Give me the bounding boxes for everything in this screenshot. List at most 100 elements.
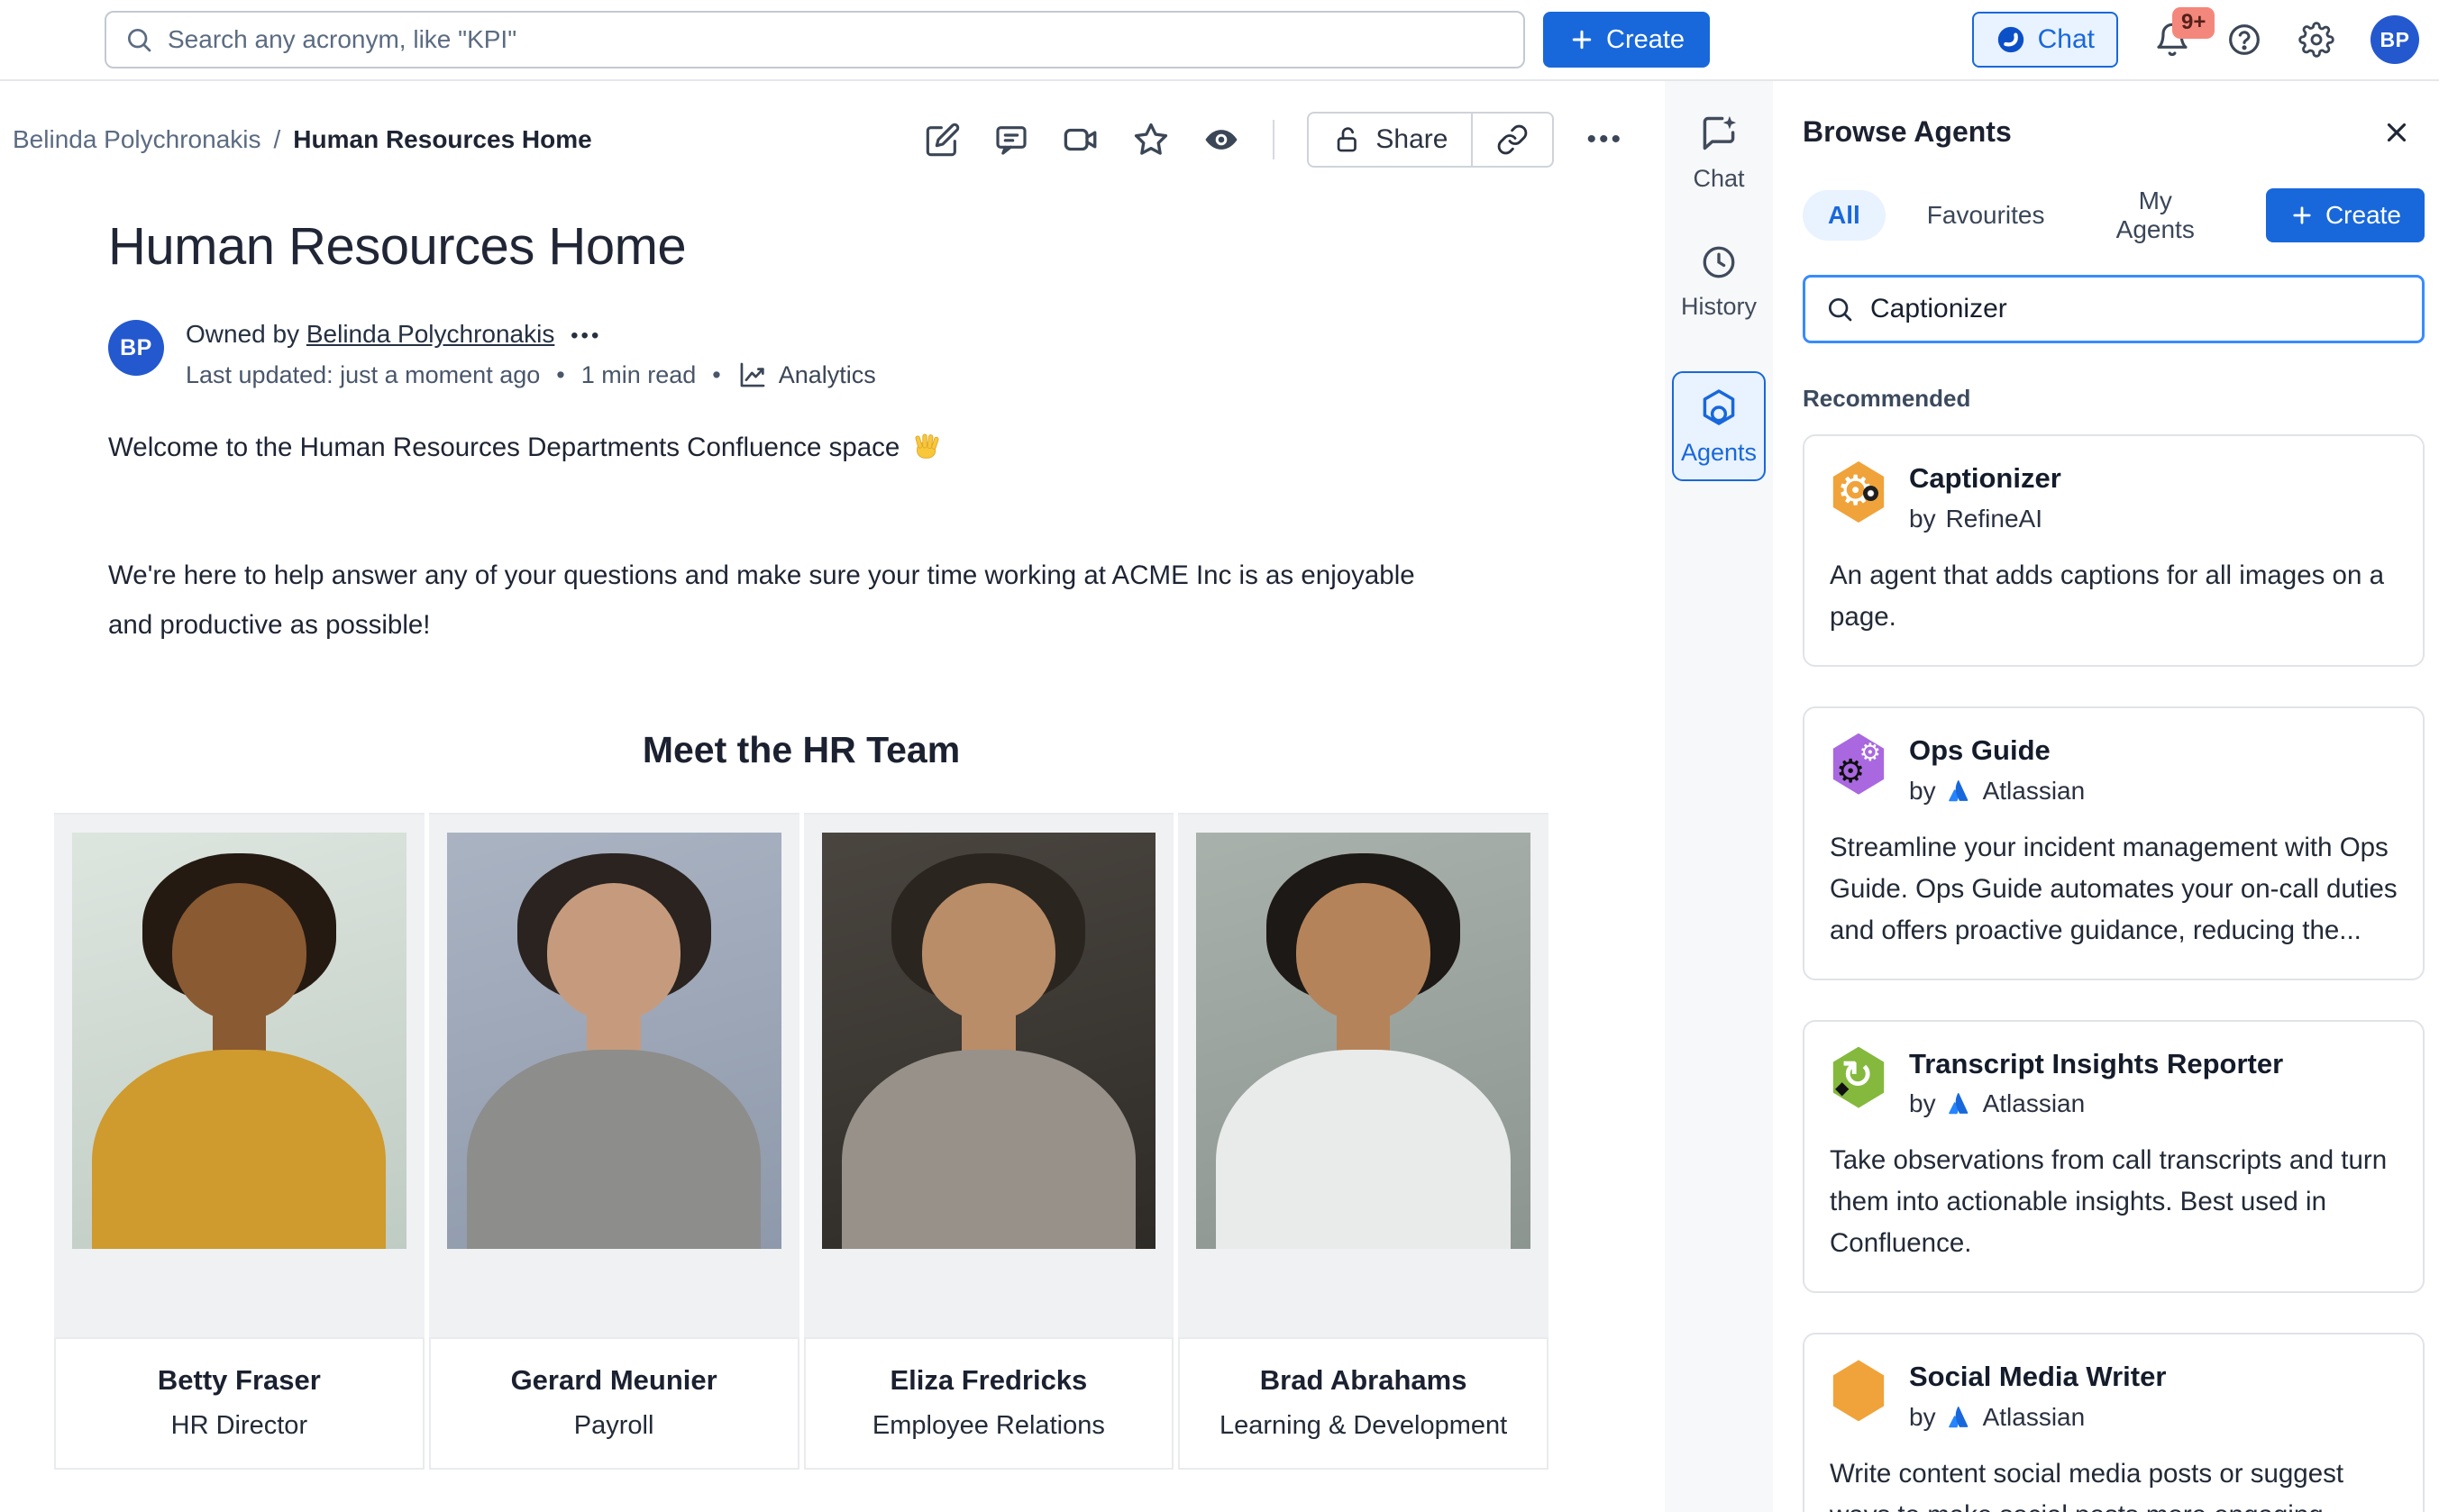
body-paragraph: We're here to help answer any of your qu… (108, 551, 1433, 650)
team-member-card: Gerard Meunier Payroll (429, 1337, 799, 1470)
search-icon (1825, 295, 1854, 323)
copy-link-button[interactable] (1473, 112, 1554, 168)
history-clock-icon (1700, 243, 1738, 281)
plus-icon (1568, 26, 1595, 53)
video-button[interactable] (1062, 121, 1100, 159)
search-icon (124, 25, 153, 54)
video-camera-icon (1062, 121, 1100, 159)
agent-description: Write content social media posts or sugg… (1830, 1453, 2398, 1512)
captionizer-agent-icon: ⚙ (1830, 461, 1887, 523)
owner-avatar[interactable]: BP (108, 320, 164, 376)
rail-item-chat[interactable]: Chat (1693, 114, 1744, 193)
edit-button[interactable] (925, 122, 961, 158)
page-content: Belinda Polychronakis / Human Resources … (0, 81, 1665, 1512)
agent-vendor: Atlassian (1983, 1403, 2086, 1432)
intro-paragraph: Welcome to the Human Resources Departmen… (108, 432, 1665, 464)
rovo-chat-icon (1996, 24, 2026, 55)
user-avatar[interactable]: BP (2370, 15, 2419, 64)
agent-vendor: Atlassian (1983, 1089, 2086, 1118)
member-name: Gerard Meunier (431, 1364, 798, 1397)
agent-name: Ops Guide (1909, 733, 2085, 769)
page-title: Human Resources Home (108, 216, 1665, 277)
agent-name: Social Media Writer (1909, 1360, 2166, 1395)
comments-button[interactable] (993, 122, 1029, 158)
tab-all[interactable]: All (1803, 190, 1886, 241)
top-bar: Search any acronym, like "KPI" Create Ch… (0, 0, 2439, 81)
atlassian-logo-icon (1946, 778, 1973, 805)
share-button[interactable]: Share (1307, 112, 1473, 168)
topbar-right-cluster: Chat 9+ BP (1972, 12, 2419, 68)
notifications-count-badge: 9+ (2172, 7, 2215, 39)
more-actions-button[interactable]: ••• (1586, 124, 1623, 155)
owner-link[interactable]: Belinda Polychronakis (306, 320, 555, 348)
member-name: Brad Abrahams (1180, 1364, 1547, 1397)
member-role: Employee Relations (806, 1411, 1173, 1441)
agent-card-ops-guide[interactable]: ⚙⚙ Ops Guide by Atlassian Streamline you… (1803, 706, 2425, 980)
panel-title: Browse Agents (1803, 115, 2012, 149)
atlassian-logo-icon (1946, 1404, 1973, 1431)
breadcrumb: Belinda Polychronakis / Human Resources … (13, 125, 592, 154)
agent-card-transcript-insights-reporter[interactable]: ↻◆ Transcript Insights Reporter by Atlas… (1803, 1020, 2425, 1294)
agent-card-captionizer[interactable]: ⚙ Captionizer by RefineAI An agent that … (1803, 434, 2425, 667)
browse-agents-panel: Browse Agents All Favourites My Agents C… (1773, 81, 2439, 1512)
team-column: Betty Fraser HR Director (54, 813, 425, 1470)
team-heading: Meet the HR Team (54, 729, 1548, 771)
team-member-card: Eliza Fredricks Employee Relations (804, 1337, 1174, 1470)
create-button[interactable]: Create (1543, 12, 1710, 68)
team-member-card: Betty Fraser HR Director (54, 1337, 425, 1470)
help-button[interactable] (2226, 22, 2262, 58)
agent-description: An agent that adds captions for all imag… (1830, 555, 2398, 638)
tab-my-agents[interactable]: My Agents (2097, 187, 2214, 244)
analytics-chart-icon (737, 360, 768, 390)
member-role: HR Director (56, 1411, 423, 1441)
watch-button[interactable] (1202, 121, 1240, 159)
search-placeholder: Search any acronym, like "KPI" (168, 25, 516, 54)
member-role: Learning & Development (1180, 1411, 1547, 1441)
team-table: Betty Fraser HR Director Gerard Meunier … (54, 813, 1548, 1470)
agent-name: Captionizer (1909, 461, 2061, 496)
team-column: Gerard Meunier Payroll (429, 813, 799, 1470)
agent-search-value: Captionizer (1870, 294, 2007, 324)
favourite-button[interactable] (1132, 121, 1170, 159)
atlassian-logo-icon (1946, 1090, 1973, 1117)
breadcrumb-space-link[interactable]: Belinda Polychronakis (13, 125, 261, 154)
breadcrumb-current-page: Human Resources Home (293, 125, 591, 154)
divider (1273, 120, 1274, 159)
team-photo-gerard-meunier (447, 833, 781, 1249)
rail-item-history[interactable]: History (1681, 243, 1757, 321)
team-column: Eliza Fredricks Employee Relations (804, 813, 1174, 1470)
edit-icon (925, 122, 961, 158)
global-search-input[interactable]: Search any acronym, like "KPI" (105, 11, 1525, 68)
owner-more-dots[interactable]: ••• (571, 323, 601, 348)
close-panel-button[interactable] (2381, 117, 2412, 148)
team-photo-betty-fraser (72, 833, 406, 1249)
unlock-icon (1332, 124, 1363, 155)
rail-item-agents[interactable]: Agents (1672, 371, 1766, 481)
recommended-label: Recommended (1803, 385, 2425, 413)
agent-description: Take observations from call transcripts … (1830, 1140, 2398, 1264)
agent-search-input[interactable]: Captionizer (1803, 275, 2425, 343)
agent-vendor: Atlassian (1983, 777, 2086, 806)
wave-emoji (910, 432, 943, 464)
agent-card-social-media-writer[interactable]: Social Media Writer by Atlassian Write c… (1803, 1333, 2425, 1512)
analytics-link[interactable]: Analytics (737, 360, 876, 390)
chat-sparkle-icon (1699, 114, 1739, 153)
notifications-button[interactable]: 9+ (2154, 22, 2190, 58)
member-name: Eliza Fredricks (806, 1364, 1173, 1397)
social-media-writer-agent-icon (1830, 1360, 1887, 1421)
agent-name: Transcript Insights Reporter (1909, 1047, 2283, 1082)
agent-description: Streamline your incident management with… (1830, 827, 2398, 952)
settings-button[interactable] (2298, 22, 2334, 58)
transcript-insights-agent-icon: ↻◆ (1830, 1047, 1887, 1108)
member-name: Betty Fraser (56, 1364, 423, 1397)
read-time: 1 min read (581, 361, 697, 389)
agents-hexagon-icon (1699, 387, 1739, 427)
comment-icon (993, 122, 1029, 158)
create-agent-button[interactable]: Create (2266, 188, 2425, 242)
tab-favourites[interactable]: Favourites (1927, 201, 2045, 230)
team-photo-eliza-fredricks (822, 833, 1156, 1249)
member-role: Payroll (431, 1411, 798, 1441)
last-updated: Last updated: just a moment ago (186, 361, 540, 389)
chat-button[interactable]: Chat (1972, 12, 2118, 68)
plus-icon (2289, 203, 2315, 228)
